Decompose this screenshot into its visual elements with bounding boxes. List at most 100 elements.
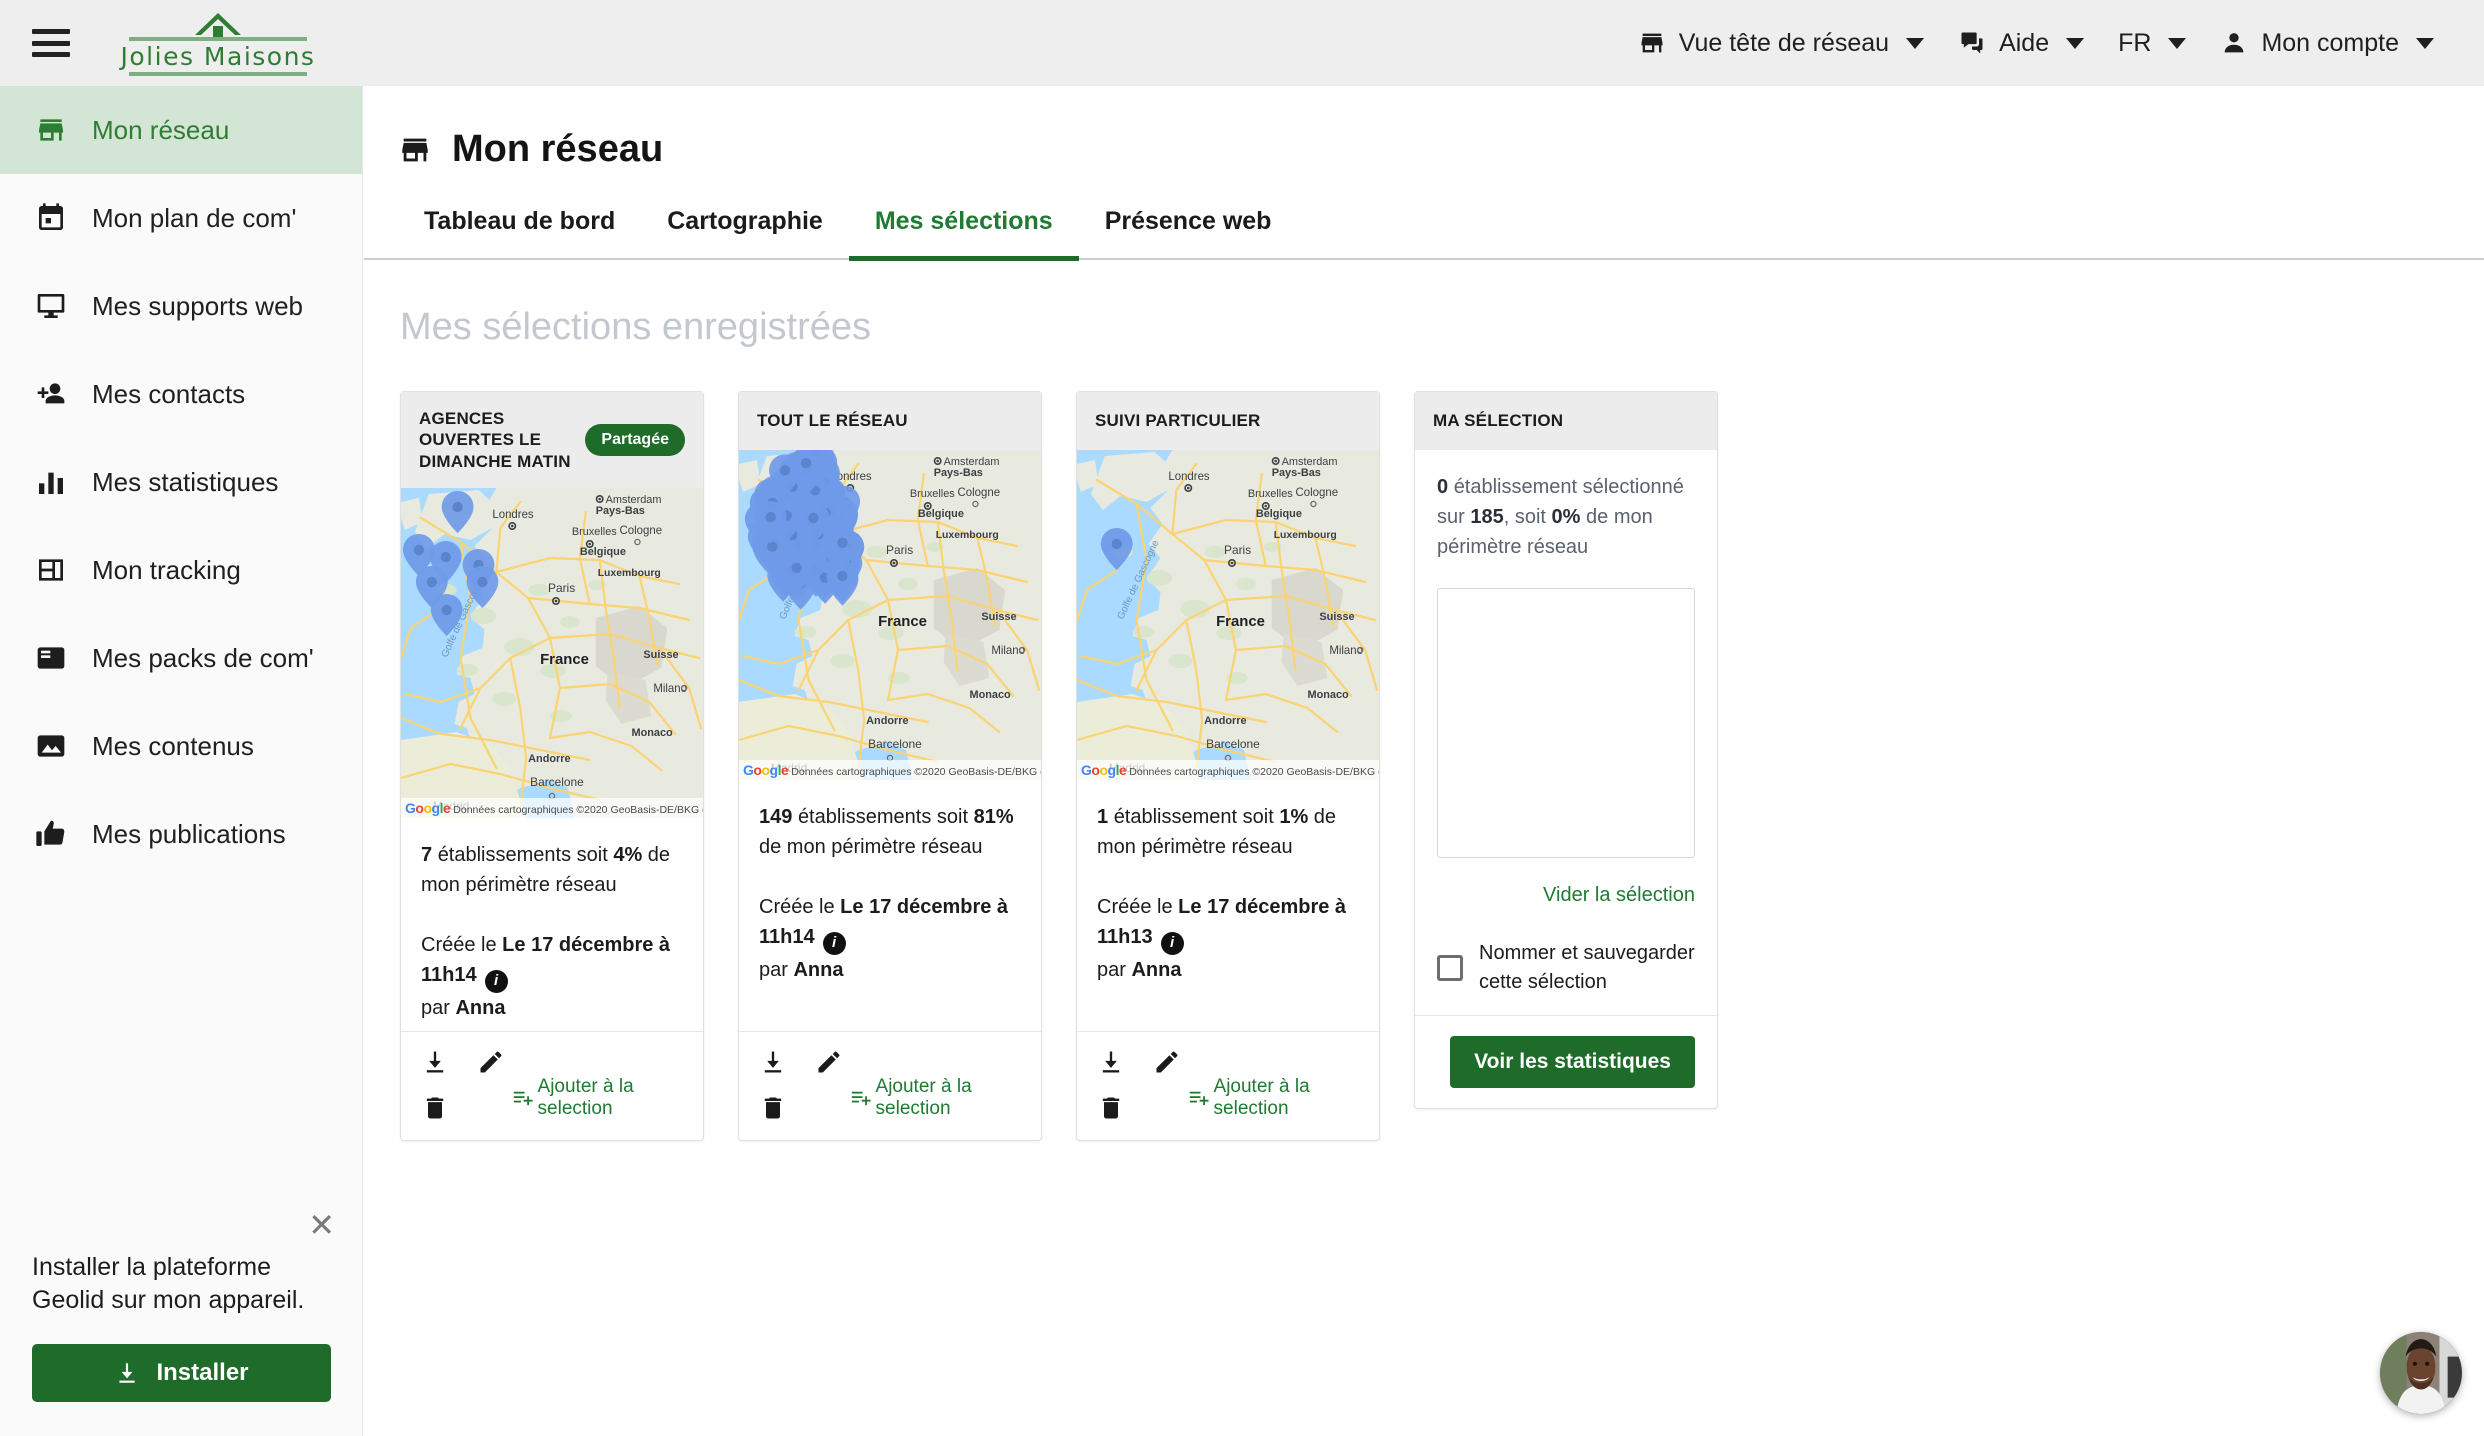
chevron-down-icon [2066, 37, 2085, 49]
install-banner: ✕ Installer la plateforme Geolid sur mon… [0, 1209, 363, 1436]
card-body: 149 établissements soit 81% de mon périm… [739, 780, 1041, 1031]
svg-text:Paris: Paris [548, 581, 575, 595]
card-percent-suffix: de mon périmètre réseau [759, 836, 983, 858]
add-to-selection-label: Ajouter à la selection [875, 1075, 972, 1119]
person-icon [2225, 33, 2244, 53]
card-meta: Créée le Le 17 décembre à 11h14 i par Ann… [759, 892, 1021, 985]
svg-text:Andorre: Andorre [866, 715, 908, 727]
save-selection-checkbox[interactable] [1437, 955, 1463, 981]
sidebar-item-statistiques[interactable]: Mes statistiques [0, 438, 362, 526]
svg-text:Belgique: Belgique [918, 508, 964, 520]
download-icon[interactable] [421, 1048, 449, 1076]
map-attribution-text: Données cartographiques ©2020 GeoBasis-D… [453, 803, 703, 816]
tab-bar: Tableau de bord Cartographie Mes sélecti… [364, 207, 2484, 261]
add-to-selection-button[interactable]: Ajouter à la selection [1188, 1048, 1359, 1120]
hamburger-icon[interactable] [32, 29, 70, 57]
install-button[interactable]: Installer [32, 1344, 331, 1402]
card-percent: 81% [973, 806, 1014, 828]
topbar-item-language[interactable]: FR [2104, 19, 2200, 68]
sidebar-item-label: Mes statistiques [92, 466, 279, 497]
info-icon[interactable]: i [1160, 931, 1184, 955]
tab-presence-web[interactable]: Présence web [1079, 207, 1298, 261]
playlist-add-icon [513, 1091, 533, 1105]
svg-text:France: France [878, 613, 927, 630]
view-statistics-button[interactable]: Voir les statistiques [1450, 1036, 1695, 1088]
map-attribution: Google Données cartographiques ©2020 GeoB… [1077, 760, 1379, 780]
delete-icon[interactable] [759, 1094, 787, 1122]
download-icon[interactable] [1097, 1048, 1125, 1076]
brand-logo[interactable]: Jolies Maisons [118, 7, 318, 79]
save-selection-label[interactable]: Nommer et sauvegarder cette sélection [1479, 939, 1695, 997]
sidebar-item-mon-reseau[interactable]: Mon réseau [0, 86, 362, 174]
add-to-selection-label: Ajouter à la selection [1213, 1075, 1310, 1119]
sidebar-item-contenus[interactable]: Mes contenus [0, 702, 362, 790]
sidebar-item-supports-web[interactable]: Mes supports web [0, 262, 362, 350]
svg-text:Barcelone: Barcelone [1206, 737, 1260, 751]
edit-icon[interactable] [1153, 1048, 1181, 1076]
support-chat-widget[interactable] [2380, 1332, 2462, 1414]
delete-icon[interactable] [1097, 1094, 1125, 1122]
close-icon[interactable]: ✕ [308, 1209, 335, 1241]
top-bar: Jolies Maisons Vue tête de réseau Aide F… [0, 0, 2484, 86]
sidebar-item-plan-de-com[interactable]: Mon plan de com' [0, 174, 362, 262]
sidebar-item-contacts[interactable]: Mes contacts [0, 350, 362, 438]
selection-card: SUIVI PARTICULIER Amsterdam Pays-Bas Londr… [1076, 391, 1380, 1141]
svg-text:France: France [540, 651, 589, 668]
dashboard-icon [34, 553, 68, 587]
card-action-icons [1097, 1048, 1188, 1122]
topbar-item-label: Vue tête de réseau [1678, 28, 1890, 57]
sidebar-item-label: Mes packs de com' [92, 642, 314, 673]
topbar-item-help[interactable]: Aide [1944, 19, 2098, 68]
sidebar-item-label: Mes contenus [92, 730, 254, 761]
card-percent: 1% [1279, 806, 1309, 828]
topbar-item-network-view[interactable]: Vue tête de réseau [1624, 19, 1938, 68]
playlist-add-icon [851, 1091, 871, 1105]
selection-dropzone[interactable] [1437, 588, 1695, 858]
chevron-down-icon [2168, 37, 2187, 49]
svg-text:Bruxelles: Bruxelles [572, 526, 617, 538]
info-icon[interactable]: i [822, 931, 846, 955]
house-icon [195, 12, 241, 38]
selection-card: TOUT LE RÉSEAU Amsterdam Pays-Bas Londres B… [738, 391, 1042, 1141]
svg-text:Belgique: Belgique [1256, 508, 1302, 520]
map-thumbnail[interactable]: Amsterdam Pays-Bas Londres Bruxelles Belgiqu… [1077, 450, 1379, 780]
svg-text:Monaco: Monaco [631, 727, 673, 739]
svg-text:Suisse: Suisse [1319, 611, 1354, 623]
card-meta: Créée le Le 17 décembre à 11h13 i par Ann… [1097, 892, 1359, 985]
map-thumbnail[interactable]: Amsterdam Pays-Bas Londres Bruxelles Belgiqu… [401, 487, 703, 818]
tab-mes-selections[interactable]: Mes sélections [848, 207, 1079, 261]
status-badge: Partagée [585, 423, 685, 456]
card-title: TOUT LE RÉSEAU [757, 411, 908, 431]
map-attribution-text: Données cartographiques ©2020 GeoBasis-D… [1129, 766, 1379, 778]
install-banner-text: Installer la plateforme Geolid sur mon a… [32, 1252, 305, 1315]
card-action-icons [421, 1048, 512, 1122]
edit-icon[interactable] [477, 1048, 505, 1076]
google-logo: Google [1081, 762, 1127, 778]
desktop-icon [34, 289, 68, 323]
clear-selection-link[interactable]: Vider la sélection [1437, 884, 1695, 907]
svg-text:Paris: Paris [886, 543, 913, 557]
add-to-selection-button[interactable]: Ajouter à la selection [512, 1048, 683, 1120]
sidebar-item-label: Mes supports web [92, 290, 303, 321]
delete-icon[interactable] [421, 1094, 449, 1122]
card-action-icons [759, 1048, 850, 1122]
sidebar-item-packs-de-com[interactable]: Mes packs de com' [0, 614, 362, 702]
edit-icon[interactable] [815, 1048, 843, 1076]
tab-tableau-de-bord[interactable]: Tableau de bord [398, 207, 641, 261]
card-body: 7 établissements soit 4% de mon périmètr… [401, 818, 703, 1031]
tab-cartographie[interactable]: Cartographie [641, 207, 849, 261]
map-attribution-text: Données cartographiques ©2020 GeoBasis-D… [791, 766, 1041, 778]
store-icon [402, 138, 428, 161]
sidebar-item-publications[interactable]: Mes publications [0, 790, 362, 878]
map-thumbnail[interactable]: Amsterdam Pays-Bas Londres Bruxelles Belgiqu… [739, 450, 1041, 780]
panel-title: MA SÉLECTION [1433, 411, 1564, 431]
add-to-selection-button[interactable]: Ajouter à la selection [850, 1048, 1021, 1120]
topbar-item-account[interactable]: Mon compte [2206, 19, 2448, 68]
info-icon[interactable]: i [484, 969, 508, 993]
card-count: 149 [759, 806, 793, 828]
download-icon[interactable] [759, 1048, 787, 1076]
sidebar-item-tracking[interactable]: Mon tracking [0, 526, 362, 614]
card-title: SUIVI PARTICULIER [1095, 411, 1261, 431]
chevron-down-icon [1906, 37, 1925, 49]
svg-text:Cologne: Cologne [620, 525, 663, 537]
